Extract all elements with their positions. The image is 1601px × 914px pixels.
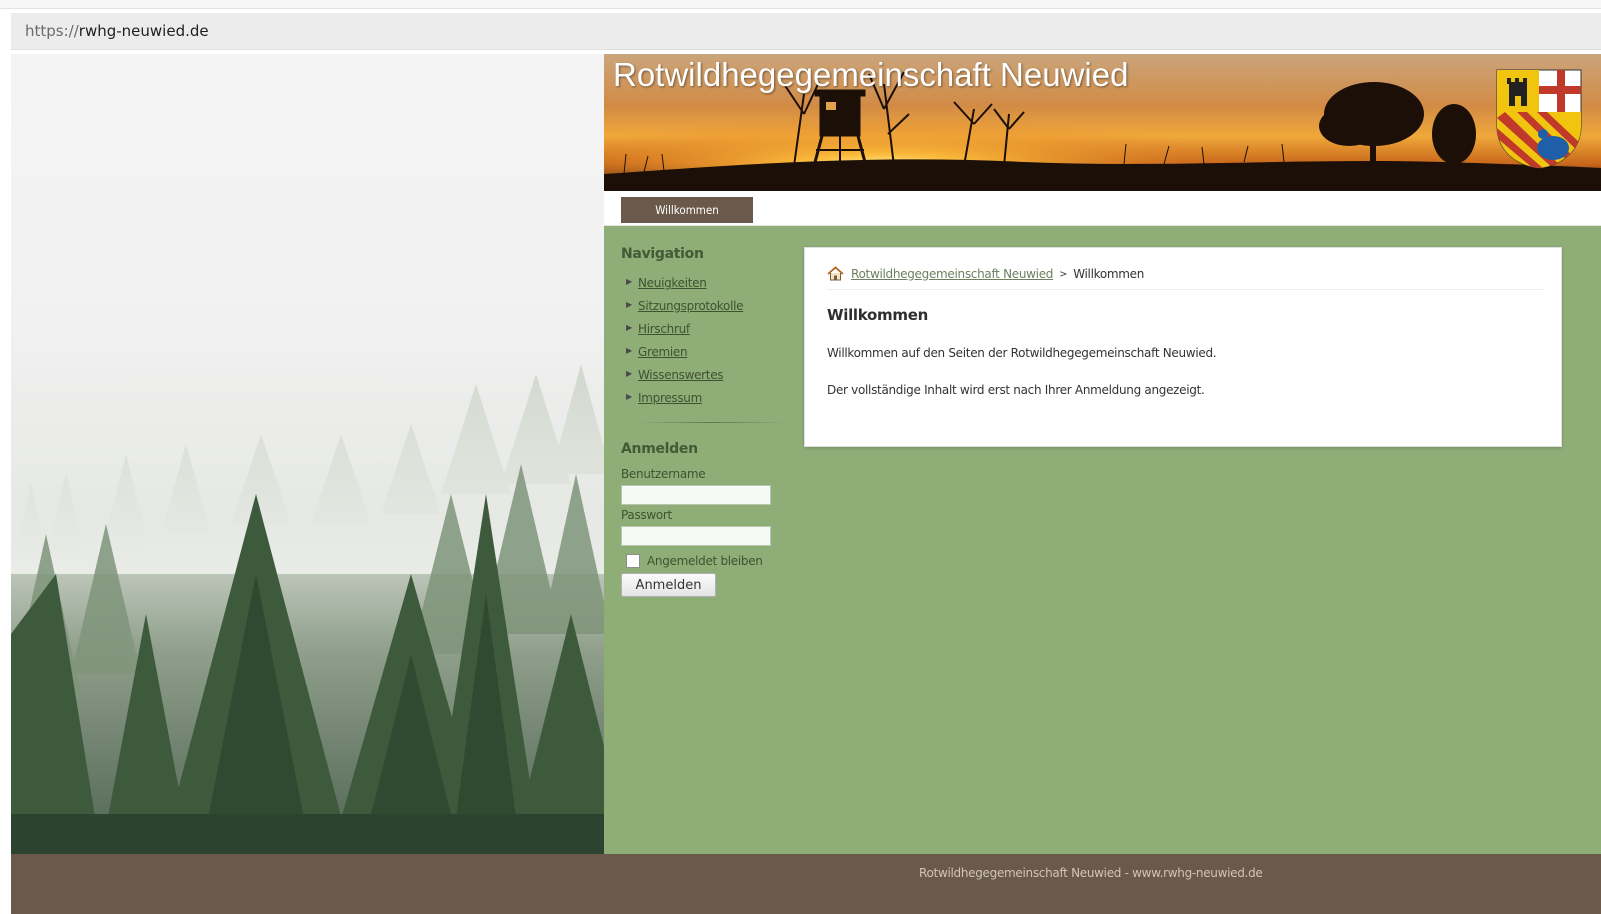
- login-button[interactable]: Anmelden: [621, 573, 716, 597]
- sidebar: Navigation ▶ Neuigkeiten ▶ Sitzungsproto…: [621, 246, 793, 597]
- home-icon[interactable]: [827, 266, 844, 281]
- navigation-list: ▶ Neuigkeiten ▶ Sitzungsprotokolle ▶ Hir…: [621, 276, 793, 414]
- sidebar-link-hirschruf[interactable]: Hirschruf: [638, 322, 690, 336]
- url-text[interactable]: https://rwhg-neuwied.de: [25, 22, 209, 40]
- triangle-right-icon: ▶: [626, 323, 632, 332]
- username-label: Benutzername: [621, 467, 706, 481]
- triangle-right-icon: ▶: [626, 392, 632, 401]
- address-bar[interactable]: https://rwhg-neuwied.de: [11, 13, 1601, 50]
- breadcrumb-home-link[interactable]: Rotwildhegegemeinschaft Neuwied: [851, 267, 1053, 281]
- welcome-text: Willkommen auf den Seiten der Rotwildheg…: [827, 346, 1217, 360]
- remember-me-label[interactable]: Angemeldet bleiben: [647, 554, 763, 568]
- navigation-heading: Navigation: [621, 246, 704, 262]
- footer: Rotwildhegegemeinschaft Neuwied - www.rw…: [11, 854, 1601, 914]
- triangle-right-icon: ▶: [626, 346, 632, 355]
- sidebar-item-neuigkeiten: ▶ Neuigkeiten: [621, 276, 793, 299]
- triangle-right-icon: ▶: [626, 300, 632, 309]
- top-navigation: Willkommen: [604, 191, 1601, 226]
- page-title: Willkommen: [827, 306, 928, 324]
- site-title: Rotwildhegegemeinschaft Neuwied: [613, 56, 1129, 93]
- sidebar-item-gremien: ▶ Gremien: [621, 345, 793, 368]
- sidebar-divider: [636, 422, 786, 423]
- sidebar-item-impressum: ▶ Impressum: [621, 391, 793, 414]
- header-banner: Rotwildhegegemeinschaft Neuwied: [604, 54, 1601, 191]
- forest-background-image: [11, 54, 606, 854]
- breadcrumb-separator: >: [1059, 269, 1068, 280]
- sidebar-link-gremien[interactable]: Gremien: [638, 345, 688, 359]
- tab-strip: [0, 0, 1601, 9]
- sidebar-link-wissenswertes[interactable]: Wissenswertes: [638, 368, 724, 382]
- password-label: Passwort: [621, 508, 672, 522]
- remember-me-row: Angemeldet bleiben: [621, 552, 793, 570]
- web-page: Rotwildhegegemeinschaft Neuwied Willkomm…: [11, 54, 1601, 914]
- main-content: Rotwildhegegemeinschaft Neuwied > Willko…: [804, 247, 1562, 447]
- browser-window: https://rwhg-neuwied.de Rotwildhegegemei…: [0, 0, 1601, 914]
- site-container: Rotwildhegegemeinschaft Neuwied Willkomm…: [604, 54, 1601, 854]
- sidebar-link-impressum[interactable]: Impressum: [638, 391, 702, 405]
- remember-me-checkbox[interactable]: [626, 554, 640, 568]
- sidebar-item-sitzungsprotokolle: ▶ Sitzungsprotokolle: [621, 299, 793, 322]
- tab-willkommen[interactable]: Willkommen: [621, 197, 753, 223]
- footer-text: Rotwildhegegemeinschaft Neuwied - www.rw…: [919, 866, 1263, 880]
- sidebar-item-hirschruf: ▶ Hirschruf: [621, 322, 793, 345]
- password-field[interactable]: [621, 526, 771, 546]
- login-heading: Anmelden: [621, 441, 698, 457]
- coat-of-arms-icon: [1496, 69, 1582, 169]
- username-field[interactable]: [621, 485, 771, 505]
- sidebar-item-wissenswertes: ▶ Wissenswertes: [621, 368, 793, 391]
- triangle-right-icon: ▶: [626, 277, 632, 286]
- sidebar-link-sitzungsprotokolle[interactable]: Sitzungsprotokolle: [638, 299, 744, 313]
- breadcrumb-current: Willkommen: [1073, 267, 1145, 281]
- breadcrumb: Rotwildhegegemeinschaft Neuwied > Willko…: [827, 266, 1543, 290]
- url-host: rwhg-neuwied.de: [78, 22, 209, 40]
- sidebar-link-neuigkeiten[interactable]: Neuigkeiten: [638, 276, 707, 290]
- url-scheme: https://: [25, 22, 79, 40]
- triangle-right-icon: ▶: [626, 369, 632, 378]
- login-notice-text: Der vollständige Inhalt wird erst nach I…: [827, 383, 1205, 397]
